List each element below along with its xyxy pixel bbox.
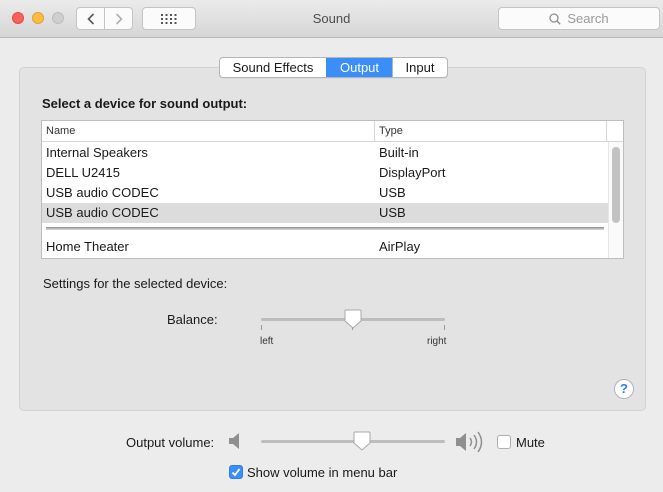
mute-checkbox[interactable]	[497, 435, 511, 449]
table-row[interactable]: DELL U2415 DisplayPort	[42, 163, 608, 183]
navigation-buttons	[76, 7, 133, 30]
table-row[interactable]: Home Theater AirPlay	[42, 237, 608, 257]
table-row[interactable]: Internal Speakers Built-in	[42, 143, 608, 163]
balance-label: Balance:	[167, 312, 218, 327]
tab-bar: Sound Effects Output Input	[219, 57, 448, 78]
device-name: Internal Speakers	[46, 145, 148, 160]
slider-tick	[444, 325, 445, 330]
grid-icon	[161, 13, 177, 24]
volume-knob[interactable]	[353, 431, 371, 451]
scrollbar-thumb[interactable]	[612, 147, 620, 223]
show-volume-checkbox[interactable]	[229, 465, 243, 479]
device-type: AirPlay	[379, 239, 421, 254]
tab-output[interactable]: Output	[326, 58, 392, 77]
device-name: Home Theater	[46, 239, 129, 254]
show-all-button[interactable]	[142, 7, 196, 30]
speaker-high-icon	[456, 431, 483, 453]
minimize-window-button[interactable]	[32, 12, 44, 24]
device-type: USB	[379, 205, 406, 220]
search-placeholder: Search	[567, 11, 609, 26]
back-button[interactable]	[77, 8, 104, 29]
tab-input[interactable]: Input	[392, 58, 447, 77]
table-row-selected[interactable]: USB audio CODEC USB	[42, 203, 608, 223]
close-window-button[interactable]	[12, 12, 24, 24]
balance-knob[interactable]	[344, 309, 362, 329]
settings-label: Settings for the selected device:	[43, 276, 228, 291]
speaker-low-icon	[229, 433, 239, 449]
zoom-window-button[interactable]	[52, 12, 64, 24]
device-name: DELL U2415	[46, 165, 120, 180]
toolbar: Sound Search	[0, 0, 663, 38]
slider-tick	[261, 325, 262, 330]
device-name: USB audio CODEC	[46, 185, 159, 200]
search-icon	[549, 12, 562, 25]
section-title: Select a device for sound output:	[42, 96, 248, 111]
back-chevron-icon	[87, 12, 94, 25]
forward-button[interactable]	[104, 8, 132, 29]
device-name: USB audio CODEC	[46, 205, 159, 220]
show-volume-label[interactable]: Show volume in menu bar	[247, 465, 397, 480]
tab-sound-effects[interactable]: Sound Effects	[220, 58, 326, 77]
help-button[interactable]: ?	[614, 379, 634, 399]
column-header-name[interactable]: Name	[42, 121, 375, 142]
output-volume-label: Output volume:	[126, 435, 215, 450]
device-type: DisplayPort	[379, 165, 446, 180]
table-header: Name Type	[42, 121, 623, 142]
output-device-table: Name Type Internal Speakers Built-in DEL…	[41, 120, 624, 259]
search-field[interactable]: Search	[498, 7, 660, 30]
list-divider	[46, 227, 604, 230]
table-row[interactable]: USB audio CODEC USB	[42, 183, 608, 203]
checkmark-icon	[231, 468, 241, 477]
device-type: Built-in	[379, 145, 419, 160]
balance-left-label: left	[260, 336, 274, 347]
column-header-type[interactable]: Type	[375, 121, 607, 142]
forward-chevron-icon	[115, 12, 123, 25]
device-type: USB	[379, 185, 406, 200]
balance-right-label: right	[427, 336, 447, 347]
mute-label[interactable]: Mute	[516, 435, 545, 450]
